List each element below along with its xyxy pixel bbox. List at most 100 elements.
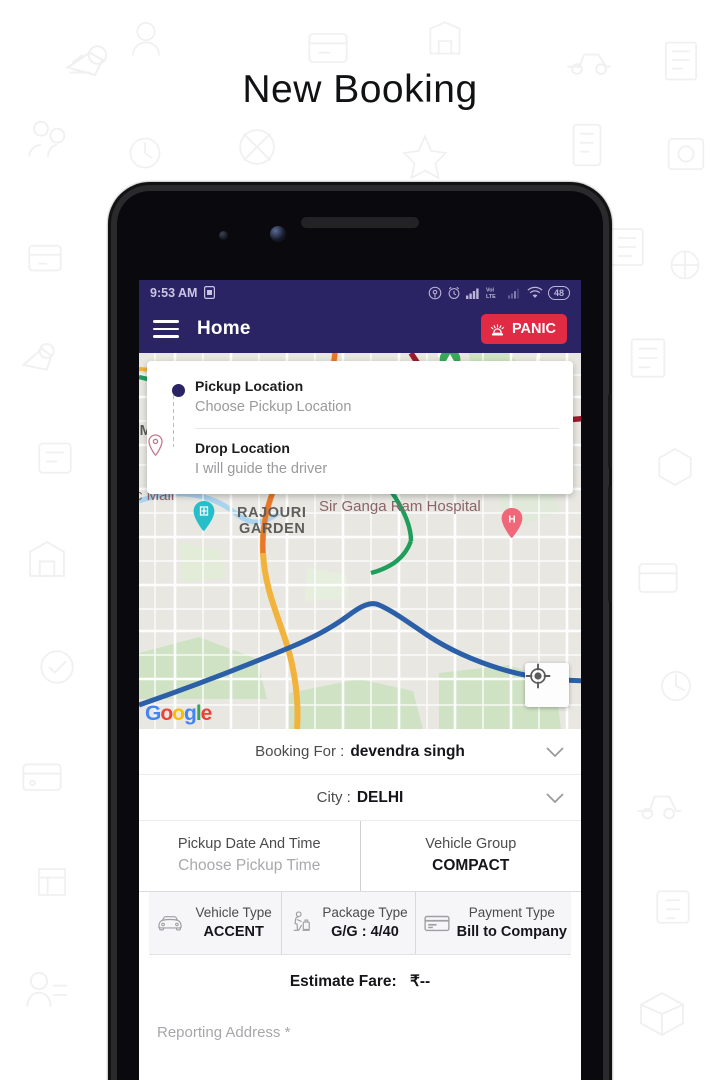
proximity-sensor-icon (219, 231, 228, 240)
wallpaper-icon (638, 563, 678, 593)
wallpaper-icon (429, 21, 461, 55)
earpiece-speaker (301, 217, 419, 228)
app-bar-title: Home (197, 318, 251, 339)
svg-text:H: H (508, 515, 515, 526)
wallpaper-icon (658, 447, 692, 487)
reporting-address-label: Reporting Address * (139, 1010, 581, 1041)
booking-for-label: Booking For : (255, 743, 345, 760)
wallpaper-icon (38, 868, 66, 896)
estimate-fare-value: ₹-- (409, 973, 431, 990)
wallpaper-icon (640, 991, 684, 1037)
pickup-vehicle-split-row: Pickup Date And Time Choose Pickup Time … (139, 821, 581, 892)
booking-form: Booking For : devendra singh City : DELH… (139, 729, 581, 1041)
my-location-crosshair-icon (525, 663, 551, 689)
wallpaper-icon (28, 244, 62, 272)
panic-button-label: PANIC (511, 321, 556, 337)
wallpaper-icon (29, 540, 65, 577)
wallpaper-icon (22, 763, 62, 791)
siren-beacon-icon (490, 323, 505, 335)
hospital-marker-icon (193, 501, 215, 531)
estimate-fare-row: Estimate Fare: ₹-- (139, 955, 581, 1010)
drop-location-input[interactable]: I will guide the driver (195, 458, 559, 480)
drop-location-row[interactable]: Drop Location I will guide the driver (147, 434, 573, 485)
drop-location-label: Drop Location (195, 440, 290, 456)
wallpaper-icon (26, 971, 67, 1007)
wallpaper-icon (21, 343, 55, 371)
front-camera-icon (270, 226, 286, 242)
wallpaper-icon (129, 137, 161, 169)
volte-icon: Vol LTE (486, 288, 496, 299)
sim-card-icon (204, 286, 216, 299)
wallpaper-icon (656, 890, 690, 924)
pickup-location-row[interactable]: Pickup Location Choose Pickup Location (147, 372, 573, 423)
map-view[interactable]: IM VIHAR Satyam INOX Patel Nagar KAROL B… (139, 353, 581, 729)
app-bar: Home PANIC (139, 305, 581, 353)
wallpaper-icon (667, 137, 705, 171)
svg-text:LTE: LTE (486, 294, 496, 299)
package-type-value: G/G : 4/40 (331, 924, 399, 940)
location-card-divider (195, 428, 559, 429)
booking-for-field[interactable]: Booking For : devendra singh (139, 729, 581, 775)
phone-screen: 9:53 AM Vol LTE 48 Home PANIC M Mall RAJ… (139, 280, 581, 1080)
phone-volume-button[interactable] (608, 394, 612, 468)
my-location-button[interactable] (525, 663, 569, 707)
vehicle-type-label: Vehicle Type (195, 905, 272, 920)
vehicle-group-value: COMPACT (432, 857, 510, 874)
credit-card-icon (424, 915, 450, 931)
city-value: DELHI (356, 788, 404, 806)
car-icon (158, 915, 182, 930)
pickup-location-input[interactable]: Choose Pickup Location (195, 396, 559, 418)
hospital-h-marker-icon: H (501, 508, 523, 538)
wallpaper-icon (572, 123, 602, 167)
wallpaper-icon (630, 338, 666, 378)
vehicle-package-payment-row: Vehicle Type ACCENT Package Type G/G: 4… (149, 892, 571, 955)
wallpaper-icon (402, 134, 448, 180)
wallpaper-icon (637, 795, 682, 820)
city-field[interactable]: City : DELHI (139, 775, 581, 821)
chevron-down-icon[interactable] (545, 792, 565, 804)
circle-dot-icon (161, 377, 195, 397)
wallpaper-icon (38, 442, 72, 474)
estimate-fare-label: Estimate Fare: (289, 973, 397, 990)
vehicle-type-field[interactable]: Vehicle Type ACCENT (149, 892, 281, 954)
wallpaper-icon (239, 129, 275, 165)
signal-bars-icon (465, 288, 479, 299)
payment-type-value: Bill to Company (456, 924, 567, 940)
svg-text:Vol: Vol (486, 288, 494, 294)
location-icon (428, 286, 442, 299)
vehicle-type-value: ACCENT (203, 924, 264, 940)
wallpaper-icon (670, 250, 700, 280)
wifi-icon (527, 286, 543, 298)
signal-bars-secondary-icon (507, 288, 519, 299)
phone-bezel: 9:53 AM Vol LTE 48 Home PANIC M Mall RAJ… (117, 191, 603, 1080)
status-bar-time: 9:53 AM (150, 285, 198, 300)
city-label: City : (316, 789, 351, 806)
vehicle-group-label: Vehicle Group (425, 836, 517, 852)
booking-for-value: devendra singh (350, 742, 465, 760)
package-type-label: Package Type (322, 905, 408, 920)
panic-button[interactable]: PANIC (480, 314, 567, 344)
wallpaper-icon (40, 650, 74, 684)
package-type-field[interactable]: Package Type G/G : 4/40 (281, 892, 414, 954)
google-logo: Google (145, 702, 212, 725)
pickup-datetime-label: Pickup Date And Time (177, 836, 321, 852)
pickup-datetime-value: Choose Pickup Time (178, 857, 321, 874)
chevron-down-icon[interactable] (545, 746, 565, 758)
map-pin-icon (148, 434, 163, 456)
vehicle-group-field[interactable]: Vehicle Group COMPACT (359, 821, 582, 891)
payment-type-field[interactable]: Payment Type Bill to Company (414, 892, 571, 954)
wallpaper-icon (132, 21, 160, 56)
wallpaper-icon (28, 120, 66, 157)
payment-type-label: Payment Type (468, 905, 555, 920)
alarm-icon (448, 286, 460, 299)
hamburger-menu-icon[interactable] (153, 315, 179, 343)
battery-icon: 48 (547, 285, 570, 300)
status-bar: 9:53 AM Vol LTE 48 (139, 280, 581, 305)
pickup-datetime-field[interactable]: Pickup Date And Time Choose Pickup Time (139, 821, 360, 891)
page-title: New Booking (242, 68, 478, 111)
wallpaper-icon (661, 671, 691, 701)
location-input-card: Pickup Location Choose Pickup Location D… (147, 361, 573, 494)
phone-power-button[interactable] (608, 486, 612, 602)
traveler-luggage-icon (293, 910, 311, 931)
screenshot-stage: New Booking 9:53 AM Vol LTE 48 Home PANI… (0, 0, 720, 1080)
